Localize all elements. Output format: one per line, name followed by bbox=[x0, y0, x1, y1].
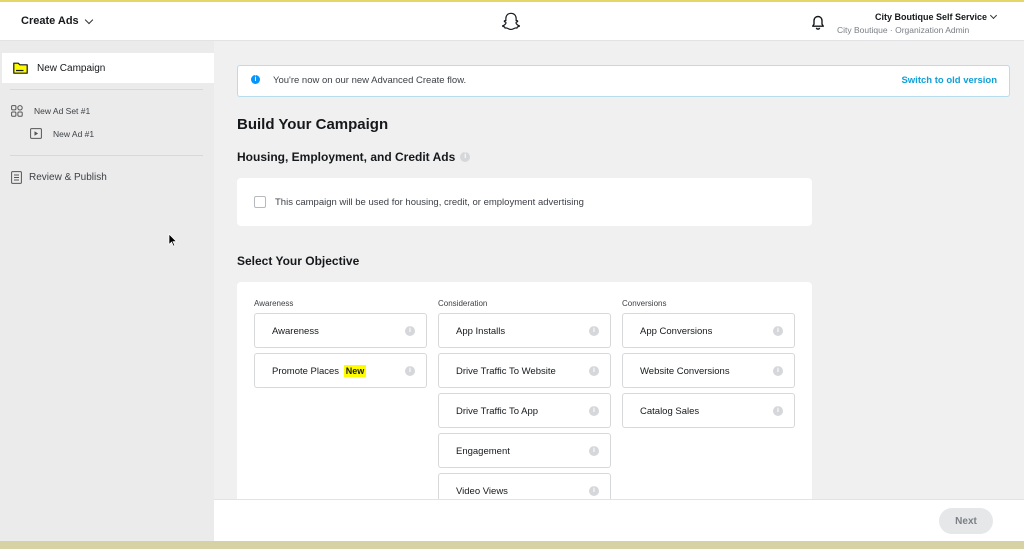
objective-label: Promote Places bbox=[272, 366, 340, 377]
sidebar-item-label: New Ad Set #1 bbox=[34, 106, 91, 116]
chevron-down-icon bbox=[989, 11, 998, 20]
info-icon[interactable]: i bbox=[405, 326, 415, 336]
objective-label: Video Views bbox=[456, 486, 508, 497]
housing-checkbox[interactable] bbox=[254, 196, 266, 208]
info-icon[interactable]: i bbox=[773, 326, 783, 336]
objective-label: App Conversions bbox=[640, 326, 713, 337]
sidebar-divider bbox=[10, 155, 203, 156]
sidebar-item-review-publish[interactable]: Review & Publish bbox=[11, 171, 107, 184]
objective-website-conversions[interactable]: Website Conversions i bbox=[622, 353, 795, 388]
campaign-folder-icon bbox=[13, 62, 28, 74]
ad-set-grid-icon bbox=[11, 105, 23, 117]
sidebar: New Campaign New Ad Set #1 New Ad #1 Rev… bbox=[0, 41, 214, 541]
info-icon[interactable]: i bbox=[460, 152, 471, 162]
next-button[interactable]: Next bbox=[939, 508, 993, 534]
review-list-icon bbox=[11, 171, 22, 184]
objective-heading: Select Your Objective bbox=[237, 254, 360, 268]
column-heading-consideration: Consideration bbox=[438, 299, 488, 308]
objective-drive-traffic-app[interactable]: Drive Traffic To App i bbox=[438, 393, 611, 428]
objective-promote-places[interactable]: Promote Places New i bbox=[254, 353, 427, 388]
objective-label-wrap: Promote Places New bbox=[272, 365, 367, 377]
page-title: Build Your Campaign bbox=[237, 116, 389, 133]
objective-card: Awareness Awareness i Promote Places New… bbox=[237, 282, 812, 499]
footer-bar: Next bbox=[214, 499, 1024, 541]
sidebar-item-label: Review & Publish bbox=[29, 172, 107, 183]
mouse-cursor-icon bbox=[168, 233, 178, 247]
objective-video-views[interactable]: Video Views i bbox=[438, 473, 611, 499]
objective-label: Drive Traffic To App bbox=[456, 406, 539, 417]
housing-checkbox-label[interactable]: This campaign will be used for housing, … bbox=[275, 197, 584, 208]
chevron-down-icon bbox=[84, 15, 93, 24]
sidebar-item-new-ad-set[interactable]: New Ad Set #1 bbox=[11, 105, 90, 117]
account-org: City Boutique · Organization Admin bbox=[837, 25, 970, 35]
new-badge: New bbox=[343, 365, 367, 377]
objective-app-installs[interactable]: App Installs i bbox=[438, 313, 611, 348]
objective-label: App Installs bbox=[456, 326, 506, 337]
sidebar-item-label: New Ad #1 bbox=[53, 128, 95, 139]
objective-engagement[interactable]: Engagement i bbox=[438, 433, 611, 468]
objective-drive-traffic-website[interactable]: Drive Traffic To Website i bbox=[438, 353, 611, 388]
housing-card: This campaign will be used for housing, … bbox=[237, 178, 812, 226]
info-icon: i bbox=[251, 75, 260, 84]
bottom-strip bbox=[0, 541, 1024, 549]
column-heading-awareness: Awareness bbox=[254, 299, 294, 308]
switch-to-old-version-link[interactable]: Switch to old version bbox=[901, 75, 997, 86]
housing-heading: Housing, Employment, and Credit Ads i bbox=[237, 150, 471, 164]
objective-label: Website Conversions bbox=[640, 366, 730, 377]
column-heading-conversions: Conversions bbox=[622, 299, 667, 308]
create-ads-menu[interactable]: Create Ads bbox=[21, 15, 93, 27]
sidebar-item-new-campaign[interactable]: New Campaign bbox=[2, 53, 214, 83]
objective-label: Drive Traffic To Website bbox=[456, 366, 556, 377]
create-ads-label: Create Ads bbox=[21, 15, 79, 27]
info-icon[interactable]: i bbox=[773, 366, 783, 376]
info-icon[interactable]: i bbox=[405, 366, 415, 376]
bell-icon[interactable] bbox=[811, 15, 825, 31]
sidebar-item-new-ad[interactable]: New Ad #1 bbox=[30, 128, 94, 139]
banner-text: You're now on our new Advanced Create fl… bbox=[273, 75, 467, 86]
snapchat-ghost-icon[interactable] bbox=[500, 11, 522, 33]
main-content: i You're now on our new Advanced Create … bbox=[214, 41, 1024, 499]
objective-awareness[interactable]: Awareness i bbox=[254, 313, 427, 348]
info-icon[interactable]: i bbox=[589, 366, 599, 376]
info-icon[interactable]: i bbox=[589, 406, 599, 416]
objective-label: Engagement bbox=[456, 446, 510, 457]
housing-heading-text: Housing, Employment, and Credit Ads bbox=[237, 150, 456, 164]
info-icon[interactable]: i bbox=[589, 486, 599, 496]
sidebar-item-label: New Campaign bbox=[37, 62, 106, 74]
objective-label: Catalog Sales bbox=[640, 406, 700, 417]
info-banner: i You're now on our new Advanced Create … bbox=[237, 65, 1010, 97]
info-icon[interactable]: i bbox=[589, 446, 599, 456]
sidebar-divider bbox=[10, 89, 203, 90]
objective-label: Awareness bbox=[272, 326, 319, 337]
objective-app-conversions[interactable]: App Conversions i bbox=[622, 313, 795, 348]
info-icon[interactable]: i bbox=[589, 326, 599, 336]
info-icon[interactable]: i bbox=[773, 406, 783, 416]
top-bar: Create Ads City Boutique Self Service Ci… bbox=[0, 0, 1024, 41]
account-name: City Boutique Self Service bbox=[875, 12, 988, 22]
ad-play-icon bbox=[30, 128, 42, 139]
objective-catalog-sales[interactable]: Catalog Sales i bbox=[622, 393, 795, 428]
